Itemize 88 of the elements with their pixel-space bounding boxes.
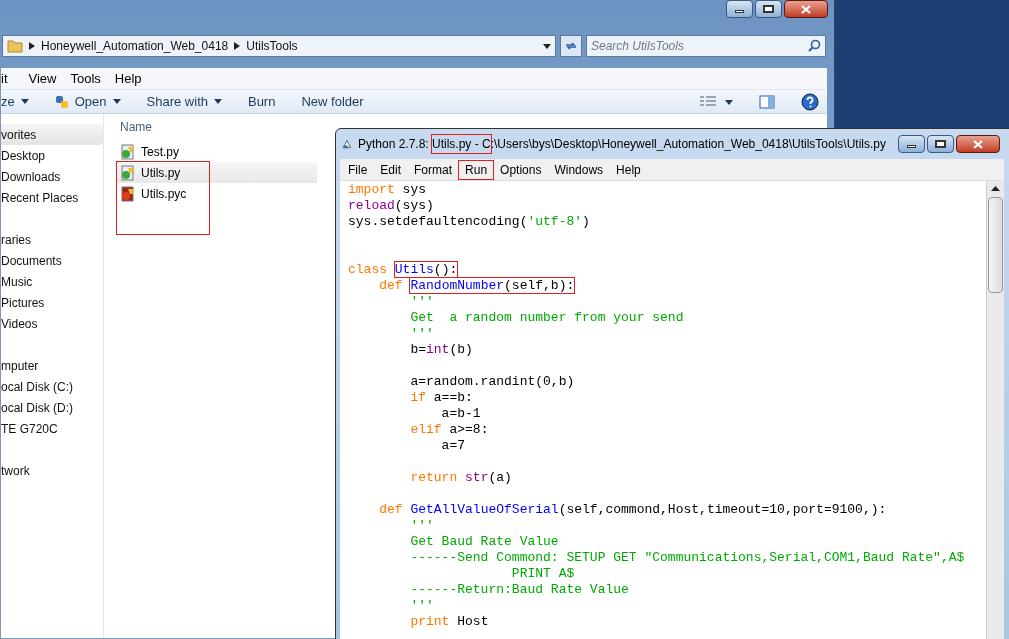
maximize-button[interactable] bbox=[927, 135, 954, 153]
nav-item[interactable]: ocal Disk (C:) bbox=[1, 376, 103, 397]
menu-item[interactable]: Options bbox=[494, 160, 548, 179]
minimize-button[interactable] bbox=[726, 0, 753, 18]
code-line: import sys bbox=[348, 182, 427, 198]
code-line: sys.setdefaultencoding('utf-8') bbox=[348, 214, 590, 230]
nav-item[interactable]: raries bbox=[1, 229, 103, 250]
code-line: ''' bbox=[409, 518, 434, 534]
code-line: a=7 bbox=[440, 438, 466, 454]
toolbar-button[interactable]: Share with bbox=[146, 91, 222, 112]
code-line: reload(sys) bbox=[348, 198, 434, 214]
close-icon bbox=[973, 139, 983, 149]
nav-item[interactable]: Music bbox=[1, 271, 103, 292]
code-line: ''' bbox=[409, 598, 434, 614]
minimize-button[interactable] bbox=[898, 135, 925, 153]
code-line: if a==b: bbox=[409, 390, 473, 406]
code-line: a=random.randint(0,b) bbox=[409, 374, 575, 390]
menu-item[interactable]: it bbox=[1, 68, 22, 89]
code-line: Get a random number from your send bbox=[409, 310, 684, 326]
toolbar-button[interactable]: Open bbox=[54, 91, 121, 112]
code-line: PRINT A$ bbox=[510, 566, 575, 582]
directory-entry[interactable]: Utils.pyc bbox=[117, 183, 317, 204]
code-line: elif a>=8: bbox=[409, 422, 489, 438]
code-line: def GetAllValueOfSerial(self,commond,Host,timeout=10,port=9100,): bbox=[378, 502, 887, 518]
highlighted-title-text: Utils.py - C bbox=[432, 135, 491, 153]
nav-item[interactable]: Videos bbox=[1, 313, 103, 334]
python-file-icon bbox=[120, 143, 136, 160]
close-button[interactable] bbox=[956, 135, 1000, 153]
nav-item[interactable]: Pictures bbox=[1, 292, 103, 313]
nav-item[interactable]: Downloads bbox=[1, 166, 103, 187]
menu-item[interactable]: File bbox=[342, 160, 374, 179]
code-line: class Utils(): bbox=[348, 262, 458, 278]
nav-item[interactable]: twork bbox=[1, 460, 103, 481]
menu-item[interactable]: View bbox=[21, 68, 64, 89]
address-bar[interactable]: Honeywell_Automation_Web_0418 UtilsTools bbox=[2, 35, 556, 57]
python-file-icon bbox=[120, 164, 136, 181]
menu-item[interactable]: Run bbox=[459, 160, 494, 179]
code-line: ------Return:Baud Rate Value bbox=[409, 582, 629, 598]
directory-entry[interactable]: Utils.py bbox=[117, 162, 317, 183]
dropdown-icon[interactable] bbox=[543, 43, 551, 49]
folder-icon bbox=[7, 39, 23, 53]
window-title: Python 2.7.8: bbox=[357, 136, 430, 153]
menu-item[interactable]: Windows bbox=[548, 160, 610, 179]
code-line: def RandomNumber(self,b): bbox=[378, 278, 575, 294]
compiled-file-icon bbox=[120, 185, 136, 202]
chevron-icon bbox=[29, 42, 35, 50]
nav-item[interactable]: Desktop bbox=[1, 145, 103, 166]
scroll-thumb[interactable] bbox=[988, 197, 1003, 293]
caret-icon bbox=[112, 99, 121, 104]
code-line: ''' bbox=[409, 326, 434, 342]
code-line: ''' bbox=[409, 294, 434, 310]
menu-item[interactable]: Format bbox=[408, 160, 459, 179]
code-line: ------Send Commond: SETUP GET "Communications,Serial,COM1,Baud Rate",A$ bbox=[409, 550, 965, 566]
maximize-button[interactable] bbox=[755, 0, 782, 18]
nav-item[interactable]: TE G720C bbox=[1, 418, 103, 439]
column-header[interactable]: Name bbox=[120, 118, 310, 138]
breadcrumb-item[interactable]: UtilsTools bbox=[246, 37, 298, 55]
toolbar-button[interactable]: ze bbox=[1, 91, 29, 112]
menu-item[interactable]: Help bbox=[107, 68, 149, 89]
view-options-icon[interactable] bbox=[699, 94, 733, 109]
code-line: return str(a) bbox=[409, 470, 512, 486]
nav-item[interactable]: Recent Places bbox=[1, 187, 103, 208]
close-icon bbox=[801, 4, 811, 14]
refresh-button[interactable] bbox=[560, 35, 582, 57]
code-line: b=int(b) bbox=[409, 342, 473, 358]
nav-item[interactable]: ocal Disk (D:) bbox=[1, 397, 103, 418]
close-button[interactable] bbox=[784, 0, 828, 18]
scrollbar[interactable] bbox=[986, 181, 1004, 639]
menu-item[interactable]: Edit bbox=[374, 160, 408, 179]
code-line: print Host bbox=[409, 614, 489, 630]
toolbar-button[interactable]: Burn bbox=[247, 91, 276, 112]
refresh-icon bbox=[564, 40, 578, 52]
search-field[interactable]: Search UtilsTools bbox=[586, 35, 826, 57]
menu-item[interactable]: Tools bbox=[63, 68, 108, 89]
menu-item[interactable]: Help bbox=[610, 160, 647, 179]
code-line: Get Baud Rate Value bbox=[409, 534, 559, 550]
search-icon bbox=[808, 39, 821, 52]
chevron-icon bbox=[234, 42, 241, 50]
nav-item[interactable]: Documents bbox=[1, 250, 103, 271]
breadcrumb-item[interactable]: Honeywell_Automation_Web_0418 bbox=[41, 37, 229, 55]
code-line: a=b-1 bbox=[440, 406, 481, 422]
caret-icon bbox=[213, 99, 222, 104]
help-icon[interactable] bbox=[801, 92, 819, 111]
nav-item[interactable]: vorites bbox=[1, 124, 103, 145]
toolbar-button[interactable]: New folder bbox=[301, 91, 364, 112]
nav-item[interactable]: mputer bbox=[1, 355, 103, 376]
directory-entry[interactable]: Test.py bbox=[117, 141, 317, 162]
caret-icon bbox=[20, 99, 29, 104]
